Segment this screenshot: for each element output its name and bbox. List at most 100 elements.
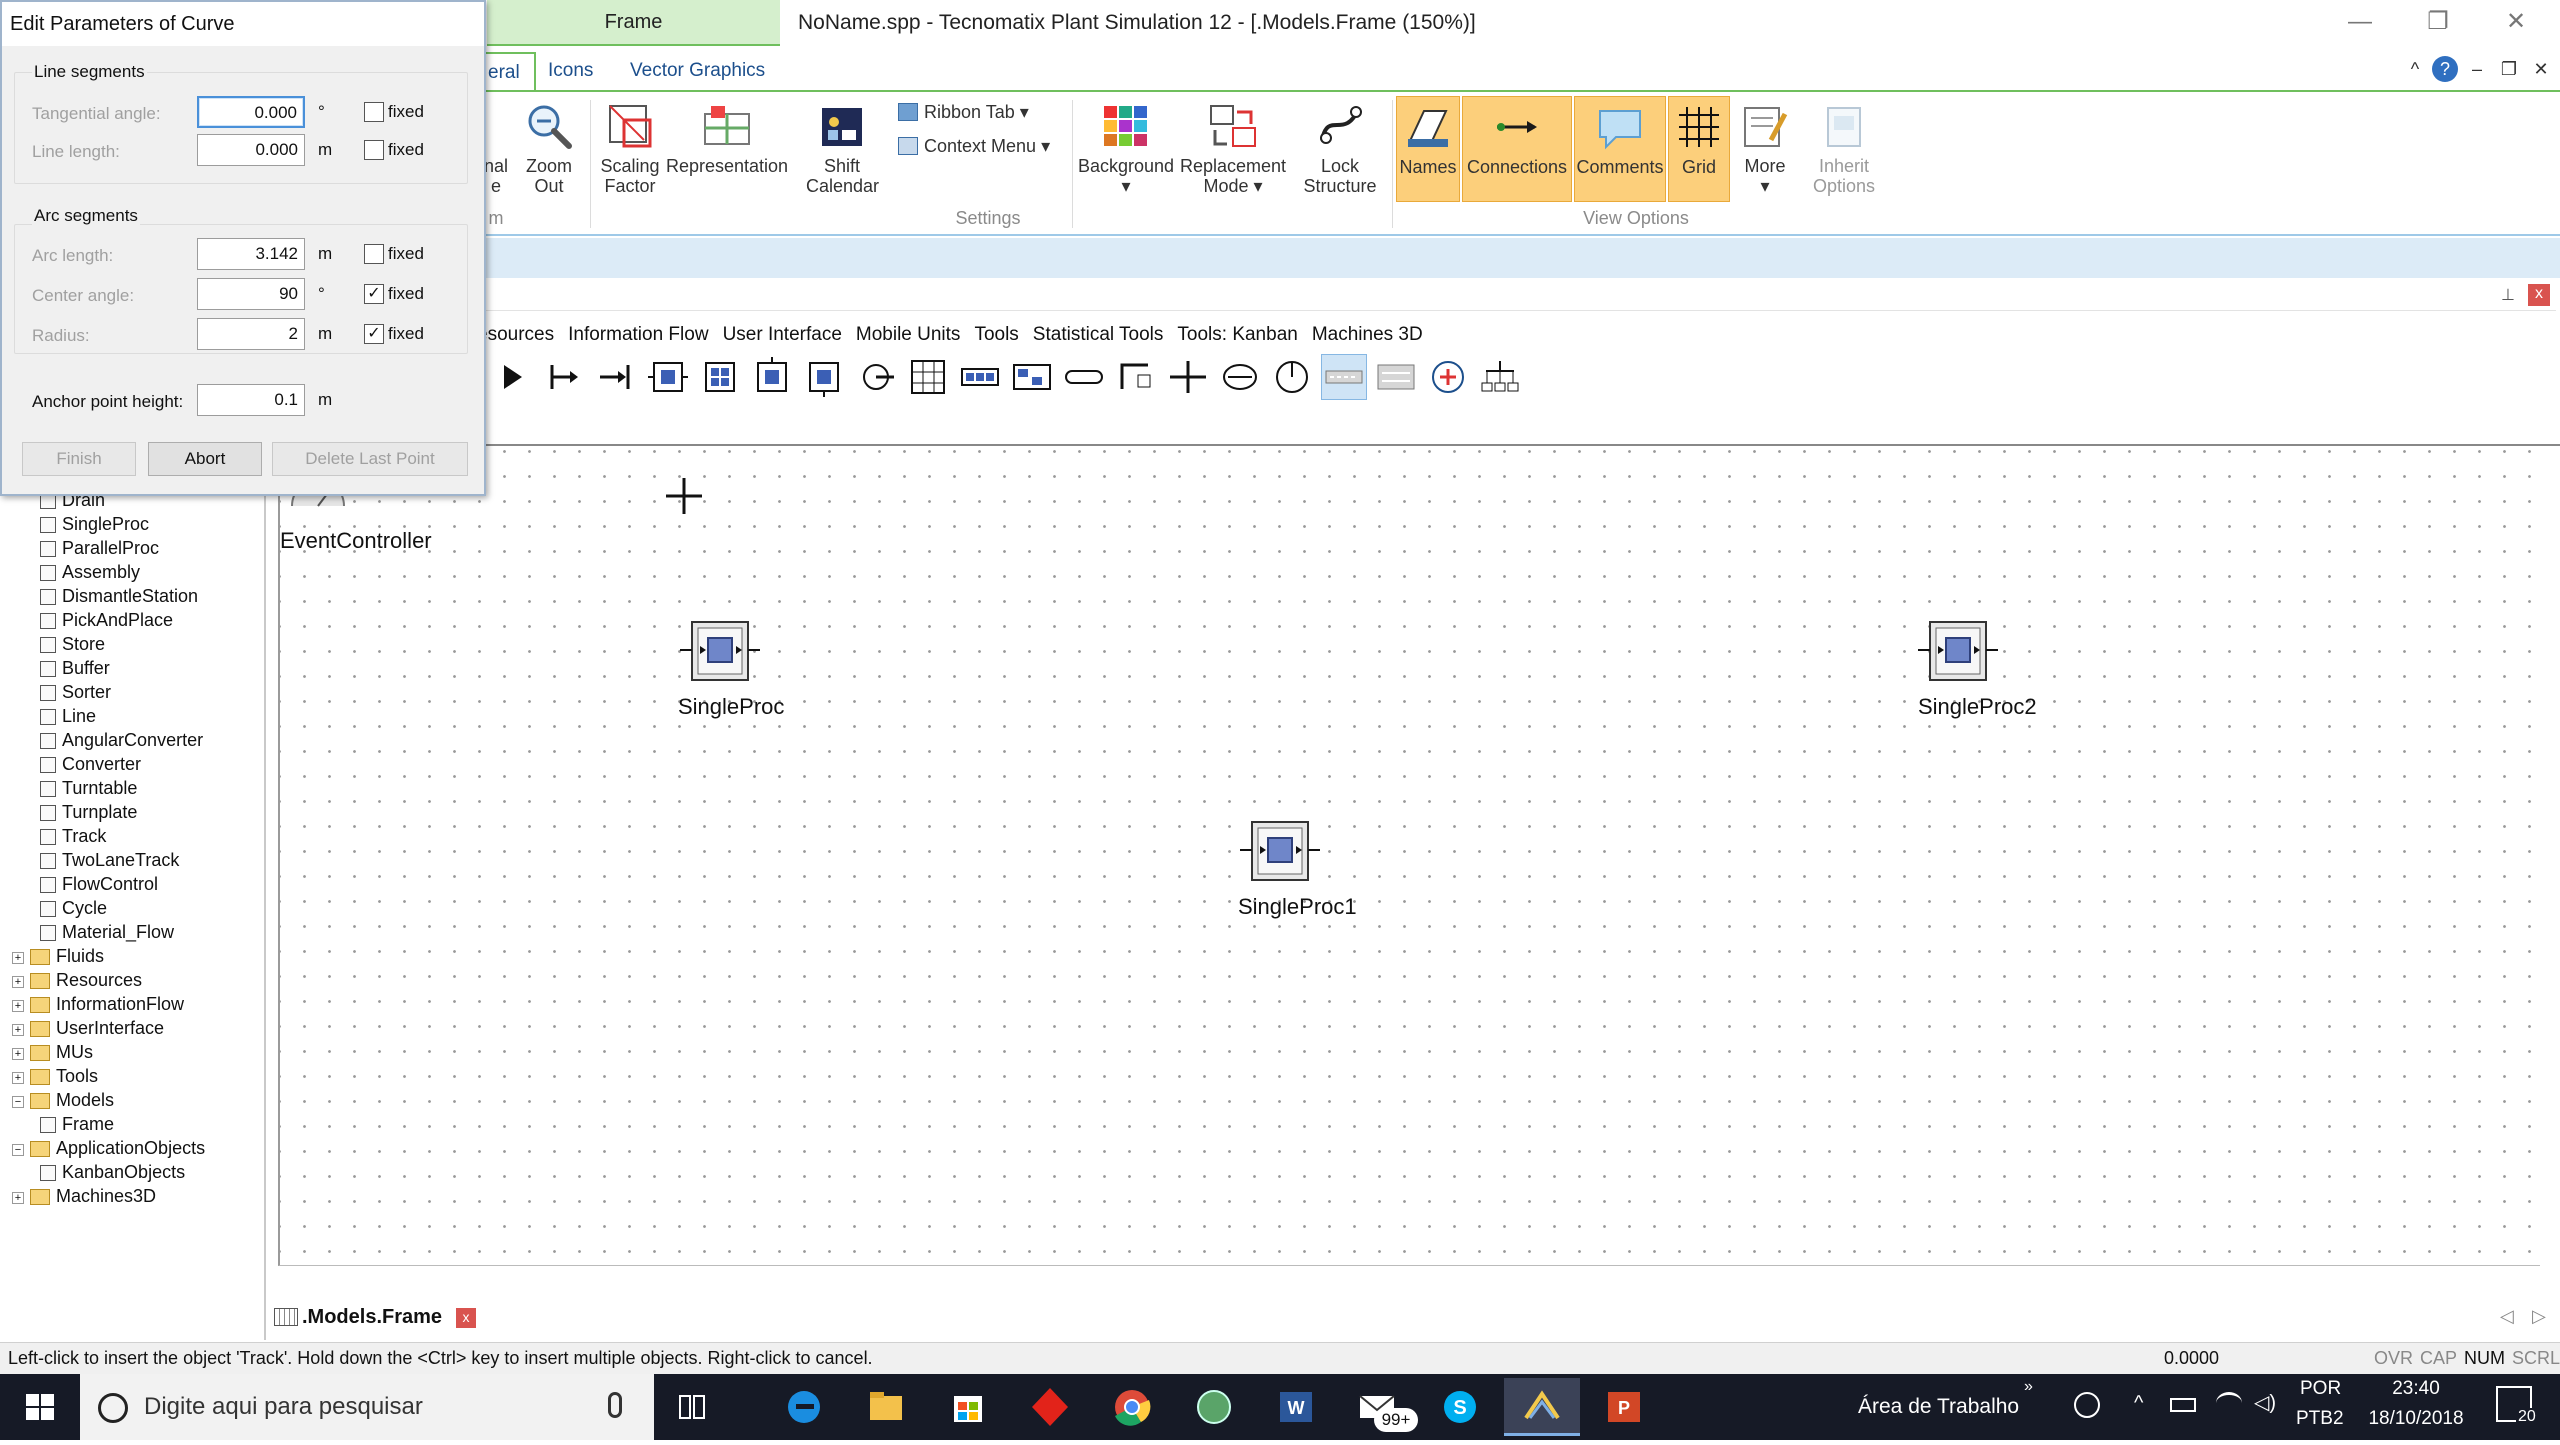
toolbox-tab-user-interface[interactable]: User Interface [716,318,849,352]
drain-icon[interactable] [594,355,638,399]
tangential-angle-input[interactable]: 0.000 [197,96,305,128]
expand-icon[interactable]: + [12,952,24,964]
expand-icon[interactable]: − [12,1096,24,1108]
context-menu-dropdown[interactable]: Context Menu ▾ [898,130,1050,162]
tree-item[interactable]: + MUs [12,1040,93,1064]
tree-item[interactable]: Assembly [40,560,140,584]
prev-tab-icon[interactable]: ◁ [2500,1306,2514,1327]
word-icon[interactable]: W [1258,1378,1334,1436]
doc-close-button[interactable]: ✕ [2526,54,2556,84]
tree-item[interactable]: − ApplicationObjects [12,1136,205,1160]
center-angle-input[interactable]: 90 [197,278,305,310]
inherit-options-button[interactable]: Inherit Options [1806,96,1882,202]
volume-icon[interactable]: ◁) [2254,1390,2276,1415]
tree-item[interactable]: Track [40,824,106,848]
singleproc-tool-icon[interactable] [646,355,690,399]
twolanetrack-tool-icon[interactable] [1374,355,1418,399]
tree-item[interactable]: Converter [40,752,141,776]
tree-item[interactable]: + InformationFlow [12,992,184,1016]
singleproc1-object[interactable] [1240,818,1320,884]
radius-input[interactable]: 2 [197,318,305,350]
background-button[interactable]: Background ▾ [1076,96,1176,202]
pickandplace-tool-icon[interactable] [854,355,898,399]
taskbar-search[interactable]: Digite aqui para pesquisar [80,1374,654,1440]
line-tool-icon[interactable] [1062,355,1106,399]
pin-icon[interactable]: ⊥ [2494,284,2522,308]
expand-icon[interactable]: − [12,1144,24,1156]
tree-item[interactable]: Line [40,704,96,728]
restore-button[interactable]: ❐ [2400,0,2476,46]
minimize-button[interactable]: — [2322,0,2398,46]
converter-tool-icon[interactable] [1166,355,1210,399]
track-tool-icon[interactable] [1321,354,1367,400]
tree-item[interactable]: + Fluids [12,944,104,968]
source-icon[interactable] [542,355,586,399]
scaling-factor-button[interactable]: Scaling Factor [596,96,664,202]
globe-app-icon[interactable] [1176,1378,1252,1436]
assembly-tool-icon[interactable] [750,355,794,399]
angular-converter-icon[interactable] [1114,355,1158,399]
help-icon[interactable]: ? [2432,56,2458,82]
tray-expand-icon[interactable]: ^ [2134,1392,2143,1415]
tree-item[interactable]: Store [40,632,105,656]
expand-icon[interactable]: + [12,1000,24,1012]
singleproc-object[interactable] [680,618,760,684]
tree-item[interactable]: Cycle [40,896,107,920]
tree-item[interactable]: + Resources [12,968,142,992]
clock-time[interactable]: 23:40 [2368,1378,2464,1400]
tangential-fixed-checkbox[interactable] [364,102,384,122]
cycle-tool-icon[interactable] [1478,355,1522,399]
expand-icon[interactable]: + [12,1192,24,1204]
tree-item[interactable]: FlowControl [40,872,158,896]
task-view-icon[interactable] [654,1378,730,1436]
plant-simulation-icon[interactable] [1504,1378,1580,1436]
dismantle-tool-icon[interactable] [802,355,846,399]
doc-tab-models-frame[interactable]: .Models.Frame [274,1300,442,1334]
tree-item[interactable]: TwoLaneTrack [40,848,179,872]
tree-item[interactable]: Buffer [40,656,110,680]
app-red-diamond-icon[interactable] [1012,1378,1088,1436]
representation-button[interactable]: Representation [664,96,790,202]
expand-icon[interactable]: + [12,1024,24,1036]
toolbox-tab-tools[interactable]: Tools [967,318,1025,352]
powerpoint-icon[interactable]: P [1586,1378,1662,1436]
ribbon-tab-dropdown[interactable]: Ribbon Tab ▾ [898,96,1029,128]
start-button[interactable] [0,1374,80,1440]
file-explorer-icon[interactable] [848,1378,924,1436]
tree-item[interactable]: Frame [40,1112,114,1136]
clock-date[interactable]: 18/10/2018 [2364,1408,2468,1430]
grid-toggle[interactable]: Grid [1668,96,1730,202]
desktop-label[interactable]: Área de Trabalho [1858,1374,2019,1440]
comments-toggle[interactable]: Comments [1574,96,1666,202]
replacement-mode-button[interactable]: Replacement Mode ▾ [1180,96,1286,202]
play-icon[interactable] [490,355,534,399]
expand-icon[interactable]: + [12,976,24,988]
tree-item[interactable]: SingleProc [40,512,149,536]
singleproc2-object[interactable] [1918,618,1998,684]
expand-icon[interactable]: + [12,1072,24,1084]
tree-item[interactable]: + Machines3D [12,1184,156,1208]
close-button[interactable]: ✕ [2478,0,2554,46]
doc-tab-close-button[interactable]: x [456,1308,476,1328]
lock-structure-button[interactable]: Lock Structure [1298,96,1382,202]
expand-icon[interactable]: + [12,1048,24,1060]
radius-fixed-checkbox[interactable]: ✓ [364,324,384,344]
tree-item[interactable]: PickAndPlace [40,608,173,632]
battery-icon[interactable] [2170,1398,2196,1412]
turntable-tool-icon[interactable] [1218,355,1262,399]
wifi-icon[interactable] [2216,1392,2242,1414]
language-label-2[interactable]: PTB2 [2296,1408,2344,1430]
toolbox-tab-information-flow[interactable]: Information Flow [561,318,715,352]
frame-canvas[interactable] [278,448,2540,1266]
tree-item[interactable]: − Models [12,1088,114,1112]
connections-toggle[interactable]: Connections [1462,96,1572,202]
toolbox-tab-machines-3d[interactable]: Machines 3D [1305,318,1430,352]
doc-restore-button[interactable]: ❐ [2494,54,2524,84]
store-icon[interactable] [930,1378,1006,1436]
edge-icon[interactable] [766,1378,842,1436]
context-tab-frame[interactable]: Frame [487,0,780,46]
chrome-icon[interactable] [1094,1378,1170,1436]
center-angle-fixed-checkbox[interactable]: ✓ [364,284,384,304]
store-tool-icon[interactable] [906,355,950,399]
buffer-tool-icon[interactable] [958,355,1002,399]
